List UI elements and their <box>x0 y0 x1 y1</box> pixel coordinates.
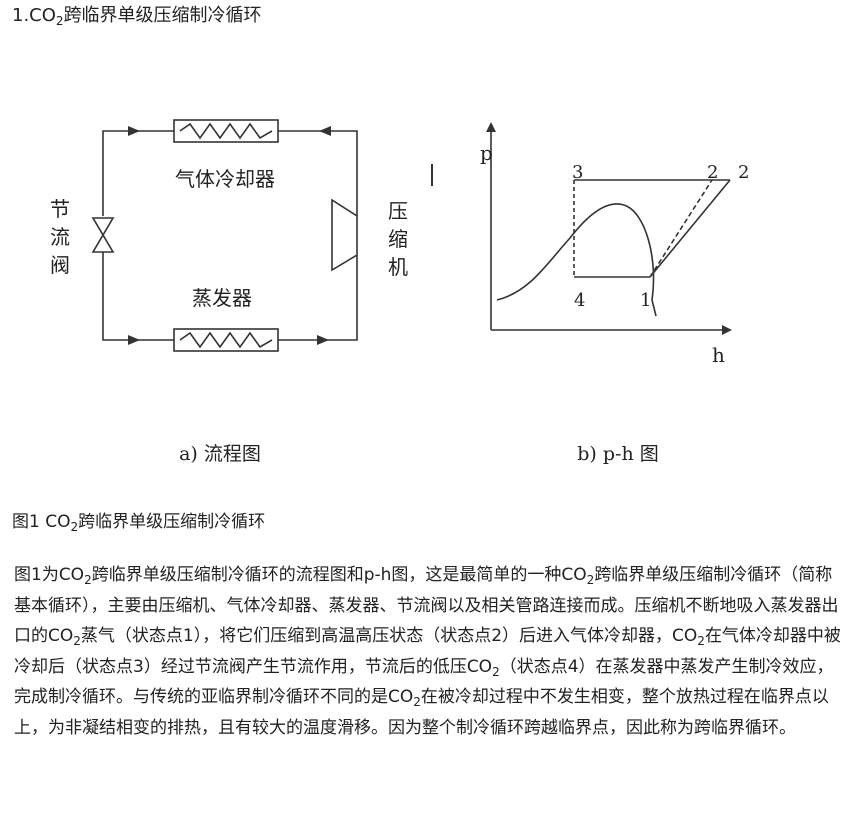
arrow-icon <box>128 126 140 136</box>
arrow-icon <box>317 335 329 345</box>
caption-text: 图1 CO <box>12 512 71 532</box>
gas-cooler-coil <box>179 122 273 140</box>
evaporator-label: 蒸发器 <box>192 286 252 310</box>
body-paragraph: 图1为CO2跨临界单级压缩制冷循环的流程图和p-h图，这是最简单的一种CO2跨临… <box>14 560 844 744</box>
throttle-valve-icon <box>91 217 115 253</box>
evaporator-box <box>173 328 279 352</box>
p-axis-arrow-icon <box>486 122 496 132</box>
p-axis-label: p <box>480 141 493 165</box>
paragraph-subscript: 2 <box>413 695 421 710</box>
point-4-label: 4 <box>574 290 585 311</box>
paragraph-text: 图1为CO <box>14 565 85 585</box>
valve-label-char: 节 <box>50 197 70 221</box>
h-axis-arrow-icon <box>722 325 732 335</box>
compressor-label-char: 压 <box>388 199 408 223</box>
paragraph-subscript: 2 <box>84 573 92 587</box>
actual-compression-line <box>649 179 731 278</box>
isentropic-compression-line <box>649 179 713 278</box>
flow-diagram <box>91 119 433 352</box>
heading-text: 1.CO <box>12 5 56 26</box>
valve-label-char: 阀 <box>50 253 70 277</box>
caption-subscript: 2 <box>70 520 79 534</box>
heading-subscript: 2 <box>55 14 64 28</box>
paragraph-text: 蒸气（状态点1），将它们压缩到高温高压状态（状态点2）后进入气体冷却器，CO <box>80 626 698 647</box>
pipe-bottom-left <box>102 252 174 341</box>
paragraph-subscript: 2 <box>697 634 705 649</box>
pipe-top-right <box>278 130 358 216</box>
compressor-icon <box>331 198 358 272</box>
arrow-icon <box>128 335 140 345</box>
figure-svg: 气体冷却器 蒸发器 节 流 阀 压 缩 机 a) 流程图 p h 3 2 2 4 <box>50 119 749 465</box>
pipe-bottom-right <box>278 255 358 341</box>
figure-1: 气体冷却器 蒸发器 节 流 阀 压 缩 机 a) 流程图 p h 3 2 2 4 <box>0 100 850 500</box>
paragraph-text: 跨临界单级压缩制冷循环的流程图和p-h图，这是最简单的一种CO <box>91 565 587 585</box>
ph-diagram-label: b) p-h 图 <box>577 443 658 465</box>
valve-label-char: 流 <box>50 225 70 249</box>
gas-cooler-label: 气体冷却器 <box>175 167 275 191</box>
point-2-label: 2 <box>738 162 749 183</box>
pipe-top-left <box>102 130 174 216</box>
heading-text-suffix: 跨临界单级压缩制冷循环 <box>63 5 262 26</box>
evaporator-coil <box>179 331 273 349</box>
point-1-label: 1 <box>640 290 651 311</box>
figure-caption: 图1 CO2跨临界单级压缩制冷循环 <box>12 510 265 534</box>
flow-diagram-label: a) 流程图 <box>179 443 261 465</box>
section-heading: 1.CO2跨临界单级压缩制冷循环 <box>12 4 262 28</box>
caption-text-suffix: 跨临界单级压缩制冷循环 <box>78 512 266 532</box>
gas-cooler-box <box>173 119 279 143</box>
compressor-label-char: 缩 <box>388 227 408 251</box>
ph-diagram <box>486 122 732 335</box>
arrow-icon <box>319 126 331 136</box>
compressor-label-char: 机 <box>388 255 408 279</box>
point-2-label: 2 <box>707 162 718 183</box>
h-axis-label: h <box>712 343 725 367</box>
paragraph-subscript: 2 <box>73 634 81 649</box>
point-3-label: 3 <box>572 162 583 183</box>
paragraph-subscript: 2 <box>492 664 500 679</box>
